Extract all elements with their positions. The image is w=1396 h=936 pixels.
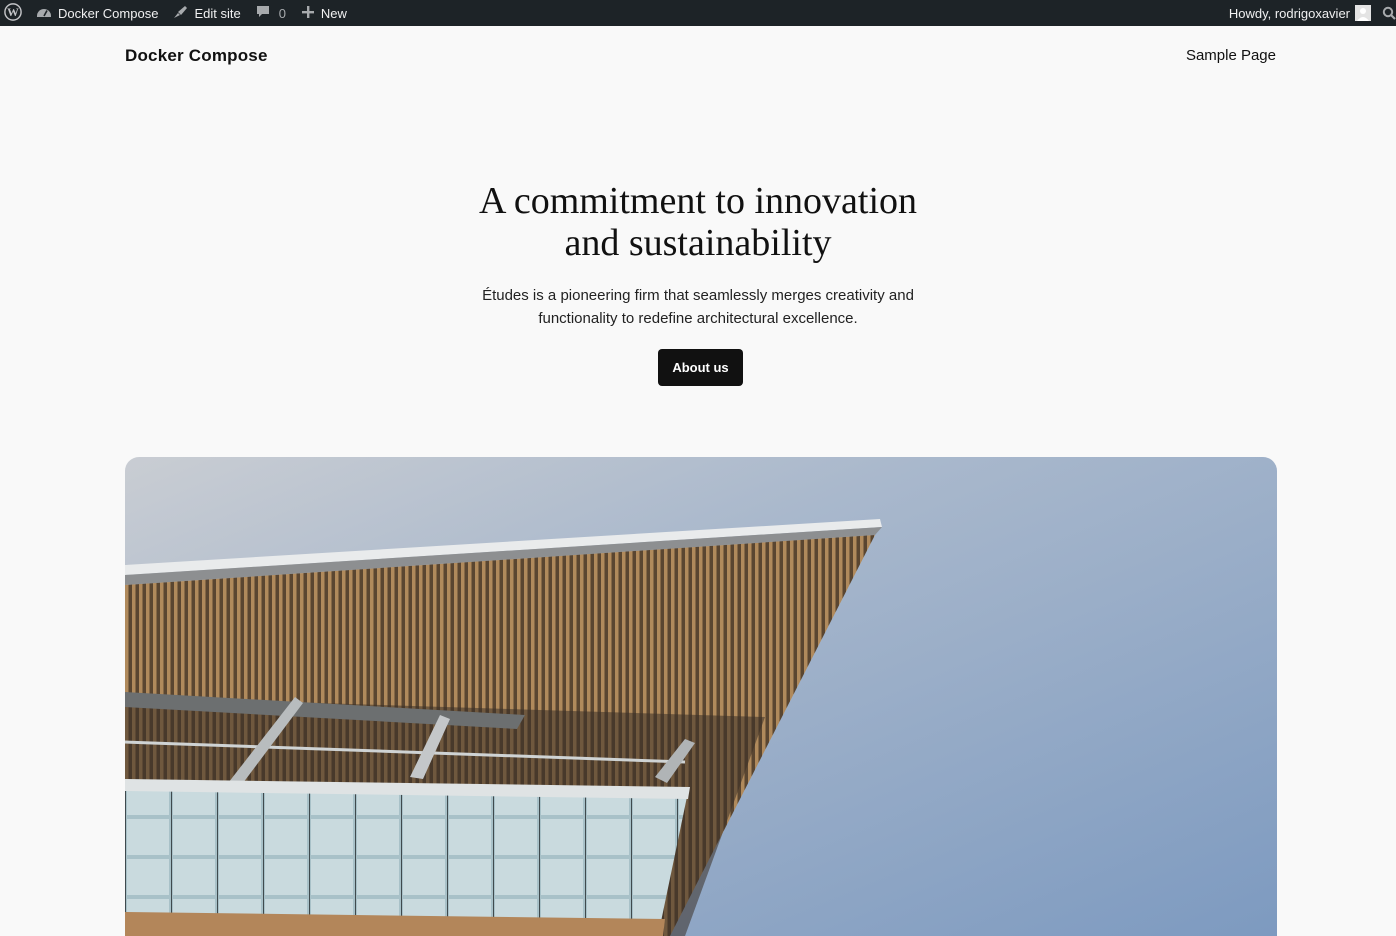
comments-link[interactable]: 0 — [256, 0, 286, 26]
comments-count: 0 — [278, 5, 286, 21]
hero-heading-line-2: and sustainability — [564, 222, 832, 264]
hero-description-line-1: Études is a pioneering firm that seamles… — [482, 287, 914, 304]
plus-icon — [301, 5, 321, 22]
avatar-icon[interactable] — [1355, 5, 1371, 21]
new-content-link[interactable]: New — [301, 0, 347, 26]
wordpress-icon: W — [4, 2, 22, 24]
site-name-label: Docker Compose — [58, 5, 159, 21]
hero-image — [125, 457, 1277, 936]
hero-heading-line-1: A commitment to innovation — [478, 180, 918, 222]
site-name-link[interactable]: Docker Compose — [36, 0, 158, 26]
account-menu[interactable]: Howdy, rodrigoxavier — [1229, 0, 1350, 26]
about-us-button[interactable]: About us — [658, 349, 743, 386]
admin-bar-secondary: Howdy, rodrigoxavier — [1229, 0, 1396, 26]
search-icon[interactable] — [1382, 6, 1396, 20]
admin-bar: W Docker Compose Edit site 0 New Howdy, … — [0, 0, 1396, 26]
hero-description: Études is a pioneering firm that seamles… — [0, 284, 1396, 330]
edit-site-link[interactable]: Edit site — [172, 0, 241, 26]
site-title[interactable]: Docker Compose — [125, 46, 268, 66]
hero-heading: A commitment to innovation and sustainab… — [0, 180, 1396, 264]
new-label: New — [320, 5, 347, 21]
nav-item-sample-page[interactable]: Sample Page — [1186, 47, 1276, 64]
howdy-label: Howdy, rodrigoxavier — [1228, 5, 1350, 21]
wordpress-logo-button[interactable]: W — [0, 0, 26, 26]
dashboard-icon — [36, 5, 58, 22]
svg-text:W: W — [7, 6, 19, 19]
edit-brush-icon — [172, 5, 194, 22]
edit-site-label: Edit site — [194, 5, 241, 21]
hero-description-line-2: functionality to redefine architectural … — [538, 310, 858, 327]
comment-icon — [256, 5, 276, 22]
